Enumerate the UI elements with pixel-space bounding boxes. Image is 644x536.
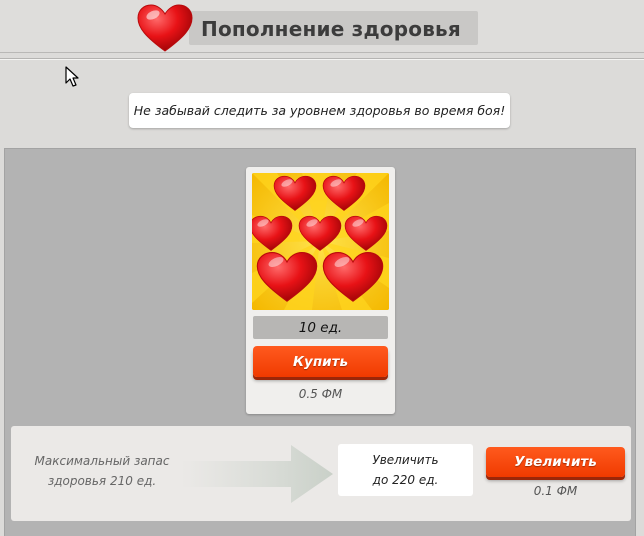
right-arrow-icon xyxy=(181,445,333,503)
header-divider xyxy=(0,58,644,60)
buy-price: 0.5 ФМ xyxy=(298,387,343,401)
page-title: Пополнение здоровья xyxy=(201,17,461,41)
notice-text: Не забывай следить за уровнем здоровья в… xyxy=(133,103,506,118)
product-card: 10 ед. Купить 0.5 ФМ xyxy=(246,167,395,414)
upgrade-target-line1: Увеличить xyxy=(372,453,439,467)
notice-banner: Не забывай следить за уровнем здоровья в… xyxy=(129,93,510,128)
buy-button[interactable]: Купить xyxy=(253,346,388,377)
upgrade-target-line2: до 220 ед. xyxy=(372,473,439,487)
current-capacity-line1: Максимальный запас xyxy=(34,454,170,468)
upgrade-section: Максимальный запас здоровья 210 ед. Увел… xyxy=(11,426,631,521)
current-capacity-line2: здоровья 210 ед. xyxy=(47,474,157,488)
upgrade-price: 0.1 ФМ xyxy=(533,484,578,498)
upgrade-target: Увеличить до 220 ед. xyxy=(338,444,473,496)
heart-icon xyxy=(137,4,193,52)
hearts-pack-icon xyxy=(252,173,389,310)
mouse-cursor-icon xyxy=(65,66,79,87)
upgrade-button[interactable]: Увеличить xyxy=(486,447,625,477)
pack-amount: 10 ед. xyxy=(253,316,388,339)
title-bar: Пополнение здоровья xyxy=(189,11,478,45)
current-capacity: Максимальный запас здоровья 210 ед. xyxy=(29,451,175,491)
